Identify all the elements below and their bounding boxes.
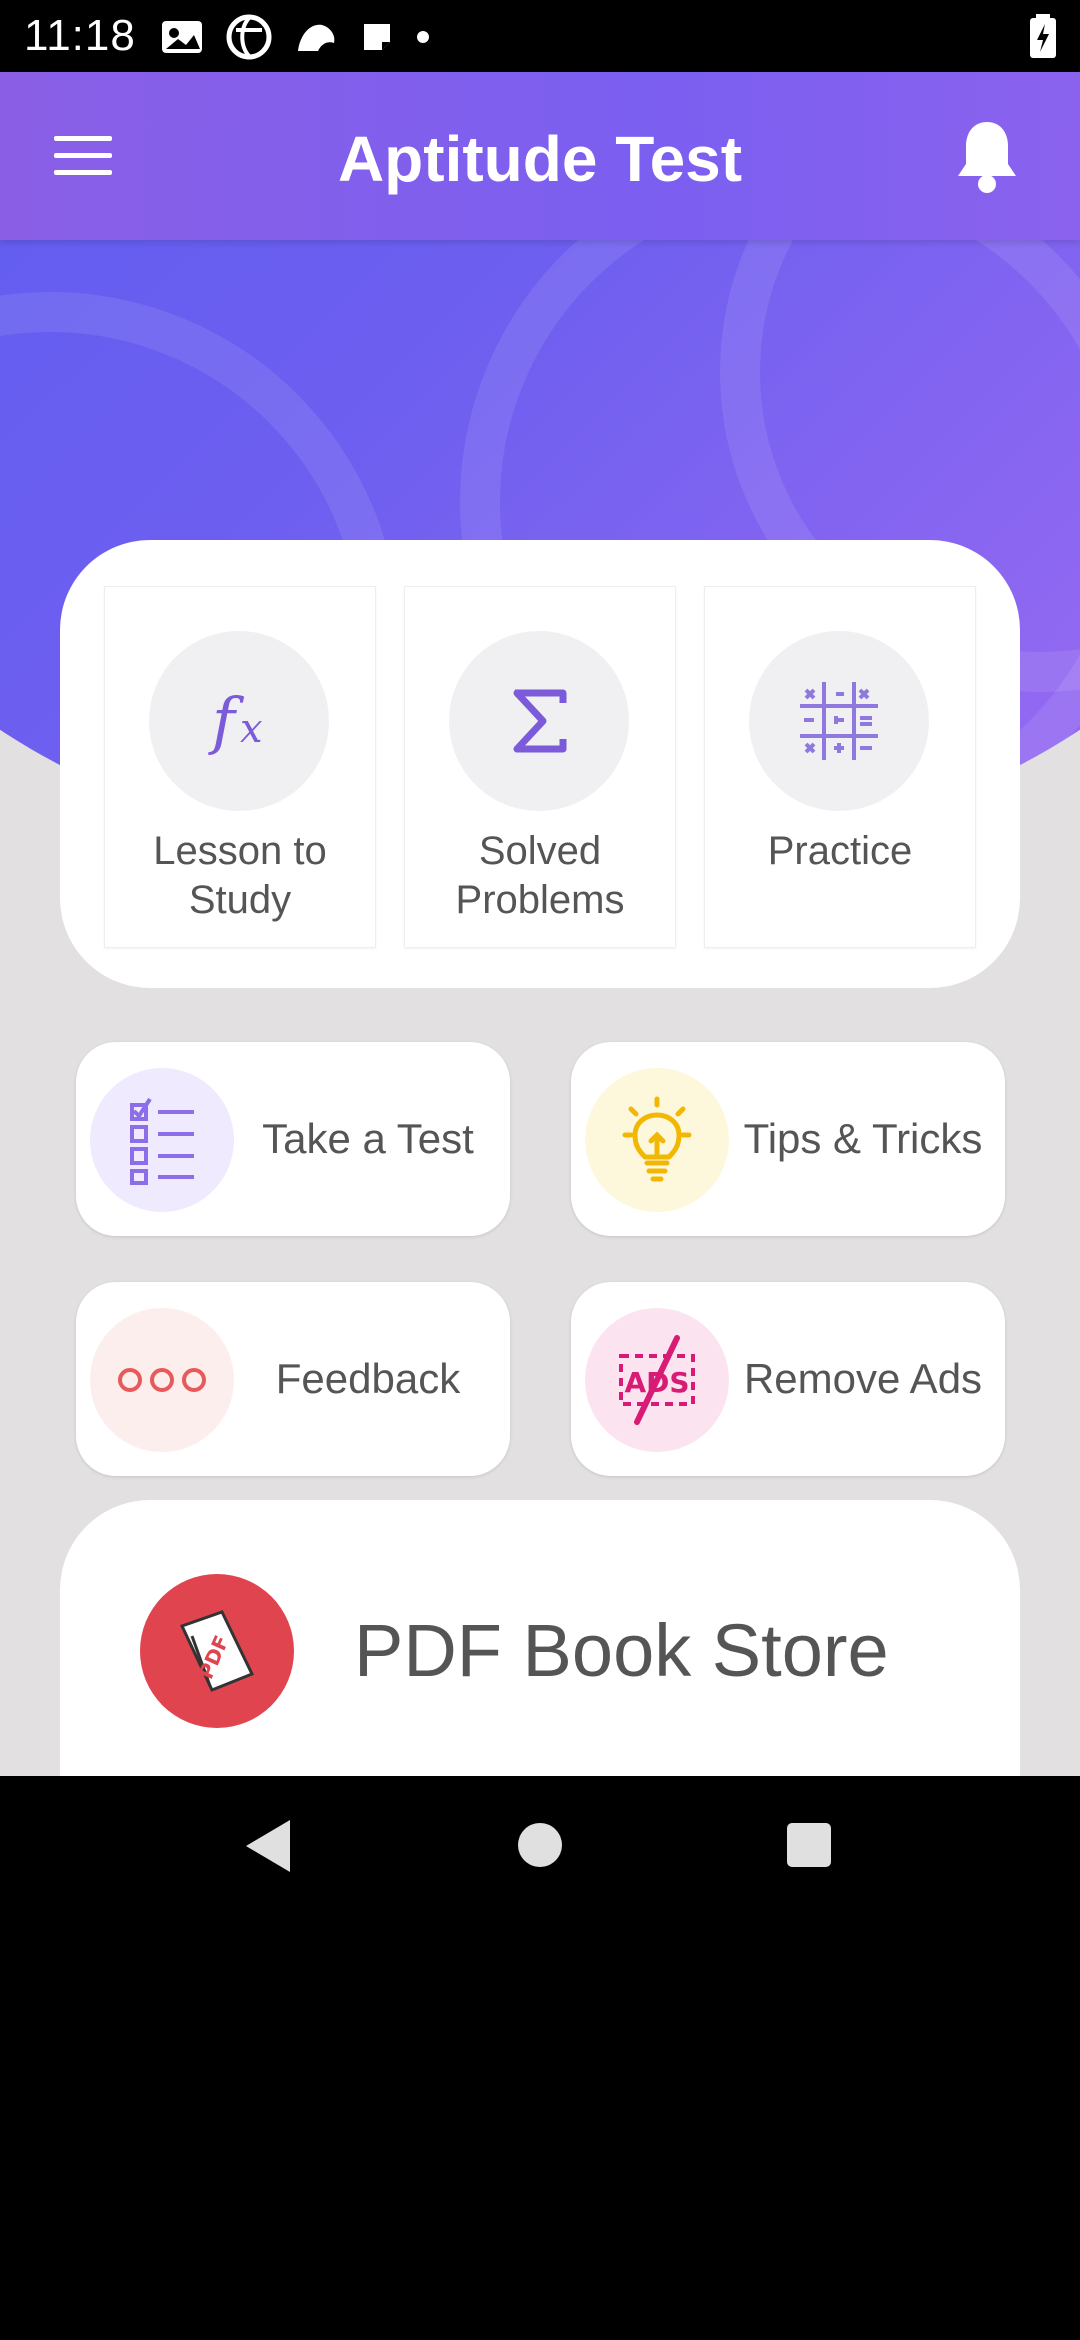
tips-and-tricks-button[interactable]: Tips & Tricks — [571, 1042, 1005, 1236]
take-a-test-button[interactable]: Take a Test — [76, 1042, 510, 1236]
app-title: Aptitude Test — [337, 123, 743, 195]
tile-label: Practice — [767, 829, 913, 873]
pdf-book-store-button[interactable]: PDF PDF Book Store — [60, 1500, 1020, 1776]
status-time: 11:18 — [24, 11, 136, 60]
system-nav-bar — [0, 1776, 1080, 1916]
remove-ads-button[interactable]: ADS Remove Ads — [571, 1282, 1005, 1476]
recents-icon[interactable] — [786, 1822, 832, 1868]
bird-icon — [298, 24, 335, 51]
tile-icon-circle — [749, 631, 929, 811]
app-screen: Aptitude Test f x Lesson to Study Solved… — [0, 72, 1080, 1776]
tile-practice[interactable]: Practice — [704, 586, 976, 948]
function-fx-icon: f x — [208, 684, 263, 757]
button-label: Take a Test — [262, 1115, 474, 1162]
app-bar: Aptitude Test — [0, 72, 1080, 240]
dot-icon — [417, 31, 429, 43]
tile-lesson-to-study[interactable]: f x Lesson to Study — [104, 586, 376, 948]
svg-text:x: x — [240, 706, 263, 752]
sigma-icon — [513, 689, 567, 753]
pdf-store-label: PDF Book Store — [354, 1609, 889, 1692]
home-icon[interactable] — [517, 1822, 563, 1868]
back-icon[interactable] — [240, 1816, 296, 1876]
globe-icon — [226, 14, 272, 60]
study-card: f x Lesson to Study Solved Problems Prac… — [60, 540, 1020, 988]
button-label: Remove Ads — [743, 1355, 983, 1402]
lightbulb-icon — [585, 1068, 729, 1212]
battery-charging-icon — [1030, 14, 1056, 58]
no-ads-icon: ADS — [585, 1308, 729, 1452]
checklist-icon — [90, 1068, 234, 1212]
notification-icons — [160, 14, 430, 60]
tile-solved-problems[interactable]: Solved Problems — [404, 586, 676, 948]
tile-icon-circle: f x — [149, 631, 329, 811]
note-icon — [364, 24, 390, 50]
ellipsis-icon — [90, 1308, 234, 1452]
photo-icon — [162, 21, 202, 53]
bell-icon[interactable] — [952, 118, 1022, 194]
tile-icon-circle — [449, 631, 629, 811]
status-bar: 11:18 — [0, 0, 1080, 72]
tile-label: Solved Problems — [455, 829, 625, 922]
tile-label: Lesson to Study — [153, 829, 327, 922]
math-symbols-icon — [800, 682, 878, 760]
feedback-button[interactable]: Feedback — [76, 1282, 510, 1476]
button-label: Tips & Tricks — [743, 1115, 983, 1162]
button-label: Feedback — [275, 1355, 461, 1402]
pdf-book-icon: PDF — [140, 1574, 294, 1728]
